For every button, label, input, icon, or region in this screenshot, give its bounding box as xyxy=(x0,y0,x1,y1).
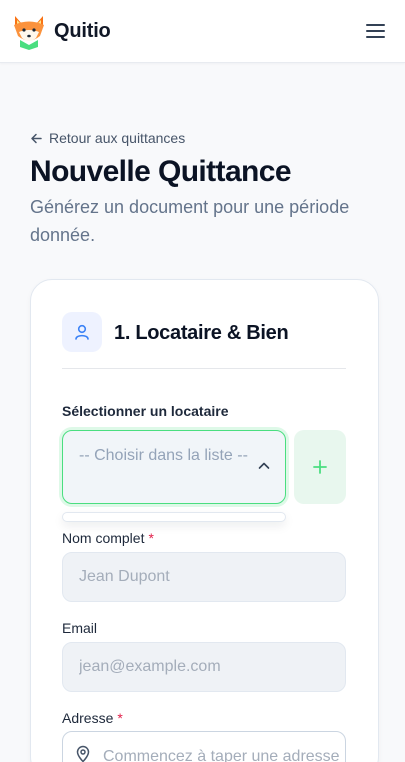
menu-button[interactable] xyxy=(362,20,388,42)
email-field[interactable] xyxy=(62,642,346,692)
fox-logo-icon[interactable] xyxy=(12,12,46,50)
tenant-select[interactable]: -- Choisir dans la liste -- xyxy=(62,430,286,504)
tenant-select-value: -- Choisir dans la liste -- xyxy=(79,447,248,464)
address-label: Adresse * xyxy=(62,710,123,726)
top-bar: Quitio xyxy=(0,0,405,63)
arrow-left-icon xyxy=(31,133,42,143)
add-tenant-button[interactable] xyxy=(294,430,346,504)
plus-icon xyxy=(313,460,327,474)
email-label: Email xyxy=(62,620,98,636)
hamburger-menu-icon xyxy=(366,24,385,38)
section-divider xyxy=(62,368,346,369)
user-icon xyxy=(75,324,89,340)
page-title: Nouvelle Quittance xyxy=(30,155,292,188)
full-name-label: Nom complet * xyxy=(62,530,154,546)
chevron-up-icon xyxy=(258,462,270,469)
section-title: 1. Locataire & Bien xyxy=(114,322,289,344)
full-name-field[interactable] xyxy=(62,552,346,602)
tenant-select-label: Sélectionner un locataire xyxy=(62,403,229,419)
map-pin-icon xyxy=(76,745,90,762)
back-link-label: Retour aux quittances xyxy=(49,130,186,146)
page-subtitle: Générez un document pour une période don… xyxy=(30,197,350,245)
section-icon-badge xyxy=(62,312,102,352)
back-link[interactable]: Retour aux quittances xyxy=(30,129,185,147)
tenant-property-card: 1. Locataire & Bien Sélectionner un loca… xyxy=(30,279,379,762)
address-field[interactable] xyxy=(103,732,345,762)
tenant-dropdown-list[interactable] xyxy=(62,512,286,522)
address-field-wrapper xyxy=(62,731,346,762)
brand-name[interactable]: Quitio xyxy=(54,20,111,43)
